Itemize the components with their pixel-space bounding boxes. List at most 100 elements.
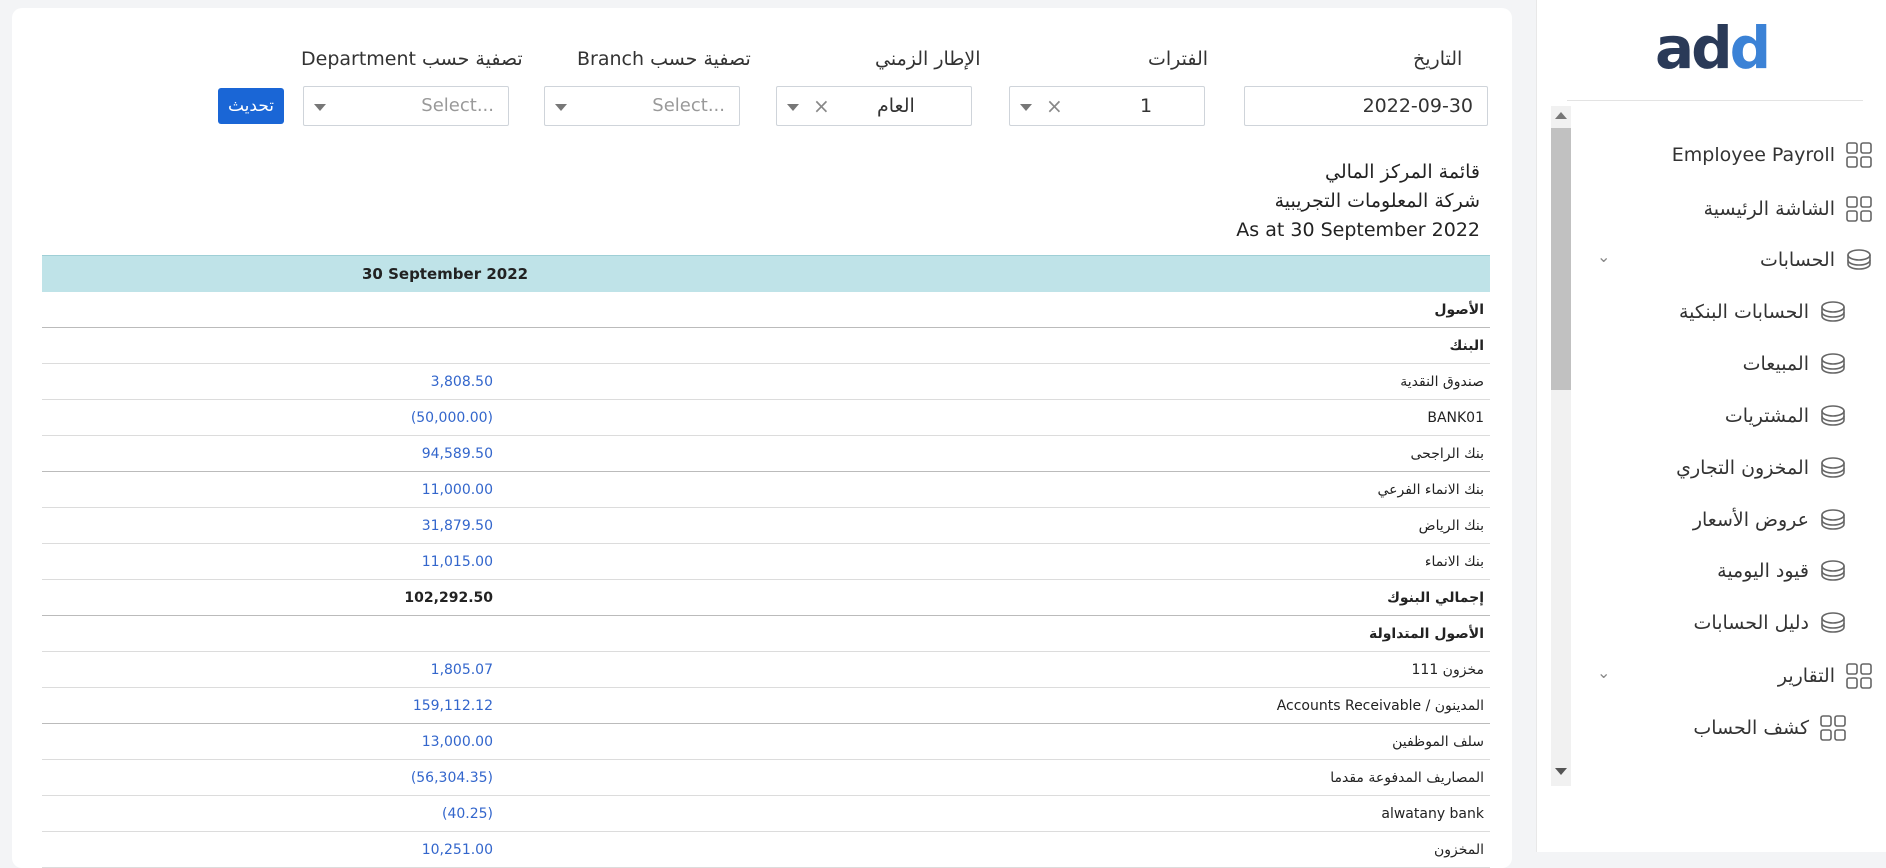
department-filter-label: تصفية حسب Department — [301, 48, 523, 70]
row-label: بنك الانماء — [1424, 554, 1484, 570]
row-amount[interactable]: (56,304.35) — [411, 770, 493, 786]
row-amount[interactable]: 1,805.07 — [431, 662, 493, 678]
stack-icon — [1819, 298, 1847, 326]
row-amount[interactable]: 13,000.00 — [422, 734, 493, 750]
row-amount[interactable]: (50,000.00) — [411, 410, 493, 426]
sidebar-item[interactable]: المخزون التجاري — [1676, 453, 1847, 483]
sidebar-item-label: المبيعات — [1742, 353, 1809, 375]
sidebar-item[interactable]: كشف الحساب — [1693, 713, 1847, 743]
table-header: 30 September 2022 — [42, 255, 1490, 292]
branch-filter-label: تصفية حسب Branch — [577, 48, 751, 70]
sidebar-item[interactable]: التقارير — [1778, 661, 1873, 691]
sidebar-item-label: Employee Payroll — [1671, 144, 1835, 166]
sidebar-item-label: دليل الحسابات — [1693, 612, 1809, 634]
row-label: صندوق النقدية — [1400, 374, 1484, 390]
report-heading: قائمة المركز المالي شركة المعلومات التجر… — [1236, 158, 1480, 245]
periods-label: الفترات — [1148, 48, 1209, 70]
sidebar-item-label: قيود اليومية — [1717, 560, 1809, 582]
company-name: شركة المعلومات التجريبية — [1274, 190, 1480, 212]
sidebar-item-label: المخزون التجاري — [1676, 457, 1809, 479]
date-label: التاريخ — [1413, 48, 1463, 70]
chevron-down-icon[interactable]: ⌄ — [1597, 663, 1610, 682]
periods-select[interactable]: × 1 — [1009, 86, 1205, 126]
table-row: بنك الانماء 11,015.00 — [42, 544, 1490, 580]
row-amount[interactable]: 11,015.00 — [422, 554, 493, 570]
chevron-down-icon[interactable] — [314, 104, 326, 111]
row-amount[interactable]: (40.25) — [442, 806, 493, 822]
row-label: المخزون — [1433, 842, 1484, 858]
table-row: الأصول — [42, 292, 1490, 328]
row-amount: 102,292.50 — [404, 590, 493, 606]
table-row: إجمالي البنوك 102,292.50 — [42, 580, 1490, 616]
row-amount[interactable]: 10,251.00 — [422, 842, 493, 858]
sidebar: add Employee Payroll الشاشة الرئيسية الحسا… — [1536, 0, 1886, 852]
table-row: المخزون 10,251.00 — [42, 832, 1490, 868]
department-filter-select[interactable]: Select... — [303, 86, 509, 126]
clear-icon[interactable]: × — [813, 94, 830, 118]
row-amount[interactable]: 11,000.00 — [422, 482, 493, 498]
sidebar-item[interactable]: دليل الحسابات — [1694, 608, 1847, 638]
sidebar-item[interactable]: الحسابات البنكية — [1679, 297, 1847, 327]
branch-filter-select[interactable]: Select... — [544, 86, 740, 126]
row-label: سلف الموظفين — [1392, 734, 1484, 750]
stack-icon — [1819, 402, 1847, 430]
row-amount[interactable]: 3,808.50 — [431, 374, 493, 390]
table-row: صندوق النقدية 3,808.50 — [42, 364, 1490, 400]
scroll-up-arrow-icon[interactable] — [1555, 112, 1567, 119]
row-amount[interactable]: 94,589.50 — [422, 446, 493, 462]
table-row: بنك الانماء الفرعي 11,000.00 — [42, 472, 1490, 508]
chevron-down-icon[interactable] — [787, 104, 799, 111]
stack-icon — [1819, 557, 1847, 585]
sidebar-item[interactable]: المبيعات — [1743, 349, 1847, 379]
timeframe-select[interactable]: × العام — [776, 86, 972, 126]
sidebar-item-label: كشف الحساب — [1693, 717, 1809, 739]
stack-icon — [1845, 246, 1873, 274]
row-label: البنك — [1449, 338, 1484, 354]
sidebar-item-label: التقارير — [1777, 665, 1835, 687]
sidebar-item[interactable]: Employee Payroll — [1672, 140, 1873, 170]
sidebar-item-label: المشتريات — [1724, 405, 1809, 427]
clear-icon[interactable]: × — [1046, 94, 1063, 118]
sidebar-item[interactable]: الحسابات — [1760, 245, 1873, 275]
stack-icon — [1819, 454, 1847, 482]
sidebar-item-label: الحسابات — [1759, 249, 1835, 271]
stack-icon — [1819, 609, 1847, 637]
divider — [1567, 100, 1863, 101]
chevron-down-icon[interactable] — [555, 104, 567, 111]
row-label: إجمالي البنوك — [1387, 590, 1484, 606]
date-field[interactable]: 2022-09-30 — [1244, 86, 1488, 126]
report-date: As at 30 September 2022 — [1236, 219, 1480, 241]
row-amount[interactable]: 159,112.12 — [413, 698, 493, 714]
row-label: بنك الانماء الفرعي — [1377, 482, 1484, 498]
report-title: قائمة المركز المالي — [1325, 161, 1480, 183]
grid-icon — [1819, 714, 1847, 742]
row-amount[interactable]: 31,879.50 — [422, 518, 493, 534]
grid-icon — [1845, 141, 1873, 169]
app-logo[interactable]: add — [1655, 16, 1771, 80]
scroll-down-arrow-icon[interactable] — [1555, 768, 1567, 775]
row-label: المصاريف المدفوعة مقدما — [1330, 770, 1484, 786]
table-row: alwatany bank (40.25) — [42, 796, 1490, 832]
stack-icon — [1819, 506, 1847, 534]
row-label: الأصول — [1434, 302, 1484, 318]
sidebar-item[interactable]: الشاشة الرئيسية — [1704, 194, 1873, 224]
row-label: alwatany bank — [1381, 806, 1484, 822]
chevron-down-icon[interactable]: ⌄ — [1597, 247, 1610, 266]
row-label: الأصول المتداولة — [1368, 626, 1484, 642]
table-row: بنك الرياض 31,879.50 — [42, 508, 1490, 544]
table-row: مخزون 111 1,805.07 — [42, 652, 1490, 688]
sidebar-item[interactable]: عروض الأسعار — [1693, 505, 1847, 535]
scrollbar-thumb[interactable] — [1551, 128, 1571, 390]
column-header-date: 30 September 2022 — [362, 265, 529, 283]
sidebar-item[interactable]: قيود اليومية — [1717, 556, 1847, 586]
stack-icon — [1819, 350, 1847, 378]
table-row: سلف الموظفين 13,000.00 — [42, 724, 1490, 760]
sidebar-item-label: عروض الأسعار — [1692, 509, 1809, 531]
row-label: BANK01 — [1427, 410, 1484, 426]
chevron-down-icon[interactable] — [1020, 104, 1032, 111]
sidebar-item-label: الحسابات البنكية — [1678, 301, 1809, 323]
timeframe-label: الإطار الزمني — [875, 48, 981, 70]
sidebar-item[interactable]: المشتريات — [1725, 401, 1847, 431]
table-row: البنك — [42, 328, 1490, 364]
refresh-button[interactable]: تحديث — [218, 88, 284, 124]
